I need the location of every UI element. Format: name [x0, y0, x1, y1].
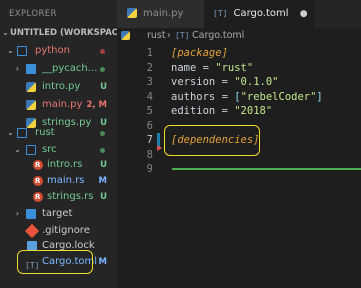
breadcrumb-folder[interactable]: rust: [147, 28, 166, 44]
dependencies-highlight: [164, 125, 260, 156]
toml-file-icon: [T]: [213, 9, 228, 18]
line-number: 5: [146, 105, 153, 117]
code-token: "rust": [215, 61, 254, 74]
code-token: =: [196, 61, 216, 74]
code-token: "rebelCoder": [240, 90, 317, 103]
line-text: name = "rust": [171, 61, 253, 76]
python-folder[interactable]: ⌄ python: [0, 42, 117, 60]
chevron-right-icon: ›: [15, 64, 20, 73]
unsaved-dot-icon[interactable]: ●: [300, 9, 308, 19]
untracked-dot-icon: [100, 67, 105, 72]
breadcrumb-separator: ›: [167, 30, 171, 41]
folder-open-icon: [17, 46, 27, 56]
chevron-right-icon: ›: [15, 209, 20, 218]
git-icon: [24, 223, 40, 239]
target-folder[interactable]: › target: [0, 205, 117, 223]
line-text: edition = "2018": [171, 104, 272, 119]
chevron-down-icon: ⌄: [7, 46, 14, 55]
rust-file-icon: [33, 156, 43, 174]
git-status-badge: M: [98, 257, 107, 267]
breadcrumb: rust › [T] Cargo.toml: [117, 28, 361, 44]
error-dot-icon: [100, 49, 105, 54]
editor-tabbar: main.py [T] Cargo.toml ●: [117, 0, 361, 28]
chevron-down-icon: ⌄: [7, 128, 14, 137]
code-token: =: [215, 105, 235, 117]
chevron-down-icon: ⌄: [2, 28, 9, 37]
tab-cargo-toml[interactable]: [T] Cargo.toml ●: [204, 0, 314, 28]
untracked-dot-icon: [100, 148, 105, 153]
line-number: 4: [146, 90, 153, 103]
code-token: "2018": [234, 105, 273, 117]
scroll-indicator-line: [172, 168, 361, 170]
git-status-badge: U: [100, 82, 107, 92]
pycache-folder[interactable]: › __pycach...: [0, 60, 117, 78]
workspace-section[interactable]: ⌄ UNTITLED (WORKSPACE): [0, 24, 117, 42]
breadcrumb-file[interactable]: Cargo.toml: [192, 28, 244, 44]
line-number: 3: [146, 76, 153, 88]
folder-label: rust: [35, 127, 55, 138]
intro-py-file[interactable]: intro.py U: [0, 78, 117, 96]
explorer-sidebar: EXPLORER ⌄ UNTITLED (WORKSPACE) ⌄ python…: [0, 0, 117, 288]
code-line[interactable]: 2 name = "rust": [117, 61, 361, 76]
code-line[interactable]: 4 authors = ["rebelCoder"]: [117, 90, 361, 105]
folder-icon: [26, 209, 36, 219]
code-token: =: [215, 90, 235, 103]
code-token: authors: [171, 90, 216, 103]
line-text: [package]: [171, 46, 228, 61]
cargo-toml-highlight: [17, 250, 93, 274]
line-number: 8: [146, 148, 153, 161]
rust-file-icon: [33, 188, 43, 206]
tab-label: Cargo.toml: [233, 8, 289, 19]
code-line[interactable]: 1 [package]: [117, 46, 361, 61]
line-text: version = "0.1.0": [171, 75, 279, 90]
file-label: main.py: [42, 99, 83, 110]
python-file-icon: [26, 100, 36, 110]
main-py-file[interactable]: main.py 2, M: [0, 96, 117, 114]
code-token: version: [171, 76, 216, 88]
python-file-icon: [26, 82, 36, 92]
code-token: =: [215, 76, 235, 88]
folder-icon: [121, 31, 130, 40]
file-label: intro.py: [42, 81, 81, 92]
tab-main-py[interactable]: main.py: [117, 0, 204, 28]
folder-open-icon: [26, 145, 36, 155]
line-number: 2: [146, 61, 153, 74]
line-number: 9: [146, 163, 153, 175]
folder-open-icon: [17, 128, 27, 138]
code-token: edition: [171, 105, 216, 117]
code-token: name: [171, 61, 197, 74]
python-file-icon: [127, 8, 137, 18]
rust-folder[interactable]: ⌄ rust: [0, 124, 117, 142]
line-number: 7: [146, 134, 153, 146]
line-number: 6: [146, 119, 153, 132]
rust-file-icon: [33, 172, 43, 190]
toml-file-icon: [T]: [175, 31, 190, 40]
code-token: "0.1.0": [234, 76, 279, 88]
git-status-badge: U: [100, 192, 107, 202]
code-editor[interactable]: 1 [package] 2 name = "rust" 3 version = "0.1.…: [117, 44, 361, 288]
folder-label: __pycach...: [42, 63, 98, 74]
deletion-gutter-marker: [157, 144, 162, 151]
workspace-title: UNTITLED (WORKSPACE): [10, 28, 117, 38]
line-text: authors = ["rebelCoder"]: [171, 90, 323, 105]
code-line[interactable]: 5 edition = "2018": [117, 104, 361, 119]
code-token: ]: [316, 90, 323, 103]
code-line[interactable]: 3 version = "0.1.0": [117, 75, 361, 90]
git-status-badge: 2, M: [86, 100, 107, 110]
folder-label: target: [42, 208, 73, 219]
file-label: strings.rs: [47, 191, 94, 202]
untracked-dot-icon: [100, 131, 105, 136]
strings-rs-file[interactable]: strings.rs U: [0, 188, 117, 206]
folder-label: python: [35, 45, 70, 56]
folder-icon: [26, 64, 36, 74]
tab-label: main.py: [143, 8, 184, 19]
code-token: [package]: [171, 47, 228, 59]
line-number: 1: [146, 47, 153, 59]
